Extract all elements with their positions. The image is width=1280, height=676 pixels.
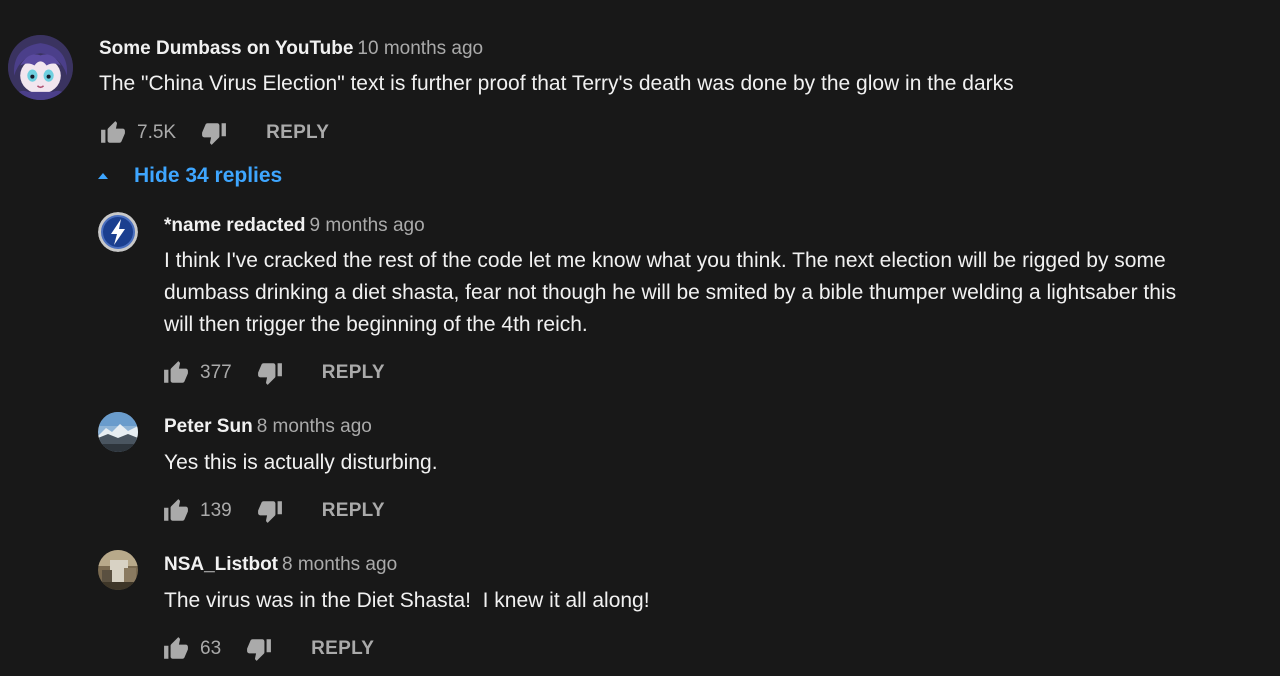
comment-time[interactable]: 9 months ago [310, 215, 425, 236]
author-name[interactable]: *name redacted [164, 215, 306, 236]
author-avatar[interactable] [8, 35, 73, 100]
top-comment: Some Dumbass on YouTube 10 months ago The… [0, 0, 1280, 160]
thumbs-down-icon [257, 363, 282, 385]
comment-header: Some Dumbass on YouTube 10 months ago [99, 37, 483, 61]
lightning-bolt-avatar-icon [98, 212, 138, 252]
comment-actions: 7.5K REPLY [99, 119, 329, 147]
dislike-button[interactable] [256, 497, 284, 525]
like-button[interactable] [162, 359, 190, 387]
landscape-avatar-icon [98, 412, 138, 452]
author-name[interactable]: Some Dumbass on YouTube [99, 38, 353, 59]
reply-comment: NSA_Listbot 8 months ago The virus was in… [0, 538, 1280, 676]
reply-button[interactable]: REPLY [322, 500, 385, 522]
comment-time[interactable]: 8 months ago [282, 554, 397, 575]
comment-actions: 377 REPLY [162, 359, 385, 387]
comment-text-line: The virus was in the Diet Shasta! I knew… [164, 589, 650, 612]
like-button[interactable] [162, 635, 190, 663]
comment-header: *name redacted 9 months ago [164, 214, 425, 238]
reply-button[interactable]: REPLY [266, 122, 329, 144]
thumbs-up-icon [164, 637, 188, 659]
comment-text-line: dumbass drinking a diet shasta, fear not… [164, 281, 1177, 304]
reply-button[interactable]: REPLY [322, 362, 385, 384]
comment-header: NSA_Listbot 8 months ago [164, 553, 397, 577]
reply-comment: Peter Sun 8 months ago Yes this is actual… [0, 400, 1280, 530]
anime-avatar-icon [8, 35, 73, 100]
caret-up-icon [98, 173, 108, 179]
like-count: 7.5K [137, 122, 177, 143]
comment-time[interactable]: 10 months ago [357, 38, 483, 59]
like-count: 377 [200, 362, 232, 383]
hide-replies-label: Hide 34 replies [134, 164, 283, 187]
comment-text-line: Yes this is actually disturbing. [164, 451, 438, 474]
photo-avatar-icon [98, 550, 138, 590]
like-count: 139 [200, 500, 232, 521]
comment-text-line: I think I've cracked the rest of the cod… [164, 249, 1166, 272]
thumbs-down-icon [202, 123, 227, 145]
comment-text-line: will then trigger the beginning of the 4… [164, 313, 588, 336]
thumbs-up-icon [101, 121, 125, 143]
dislike-button[interactable] [200, 119, 228, 147]
comment-actions: 63 REPLY [162, 635, 374, 663]
comment-time[interactable]: 8 months ago [257, 416, 372, 437]
like-count: 63 [200, 638, 222, 659]
comment-header: Peter Sun 8 months ago [164, 415, 372, 439]
author-avatar[interactable] [98, 550, 138, 590]
thumbs-up-icon [164, 361, 188, 383]
like-button[interactable] [162, 497, 190, 525]
author-avatar[interactable] [98, 212, 138, 252]
reply-button[interactable]: REPLY [311, 638, 374, 660]
author-name[interactable]: Peter Sun [164, 416, 253, 437]
comment-text: The "China Virus Election" text is furth… [99, 72, 1014, 95]
author-name[interactable]: NSA_Listbot [164, 554, 278, 575]
author-avatar[interactable] [98, 412, 138, 452]
reply-comment: *name redacted 9 months ago I think I've … [0, 200, 1280, 390]
thumbs-down-icon [247, 639, 272, 661]
dislike-button[interactable] [245, 635, 273, 663]
like-button[interactable] [99, 119, 127, 147]
dislike-button[interactable] [256, 359, 284, 387]
thumbs-down-icon [257, 501, 282, 523]
thumbs-up-icon [164, 499, 188, 521]
hide-replies-button[interactable]: Hide 34 replies [96, 164, 282, 188]
comment-actions: 139 REPLY [162, 497, 385, 525]
